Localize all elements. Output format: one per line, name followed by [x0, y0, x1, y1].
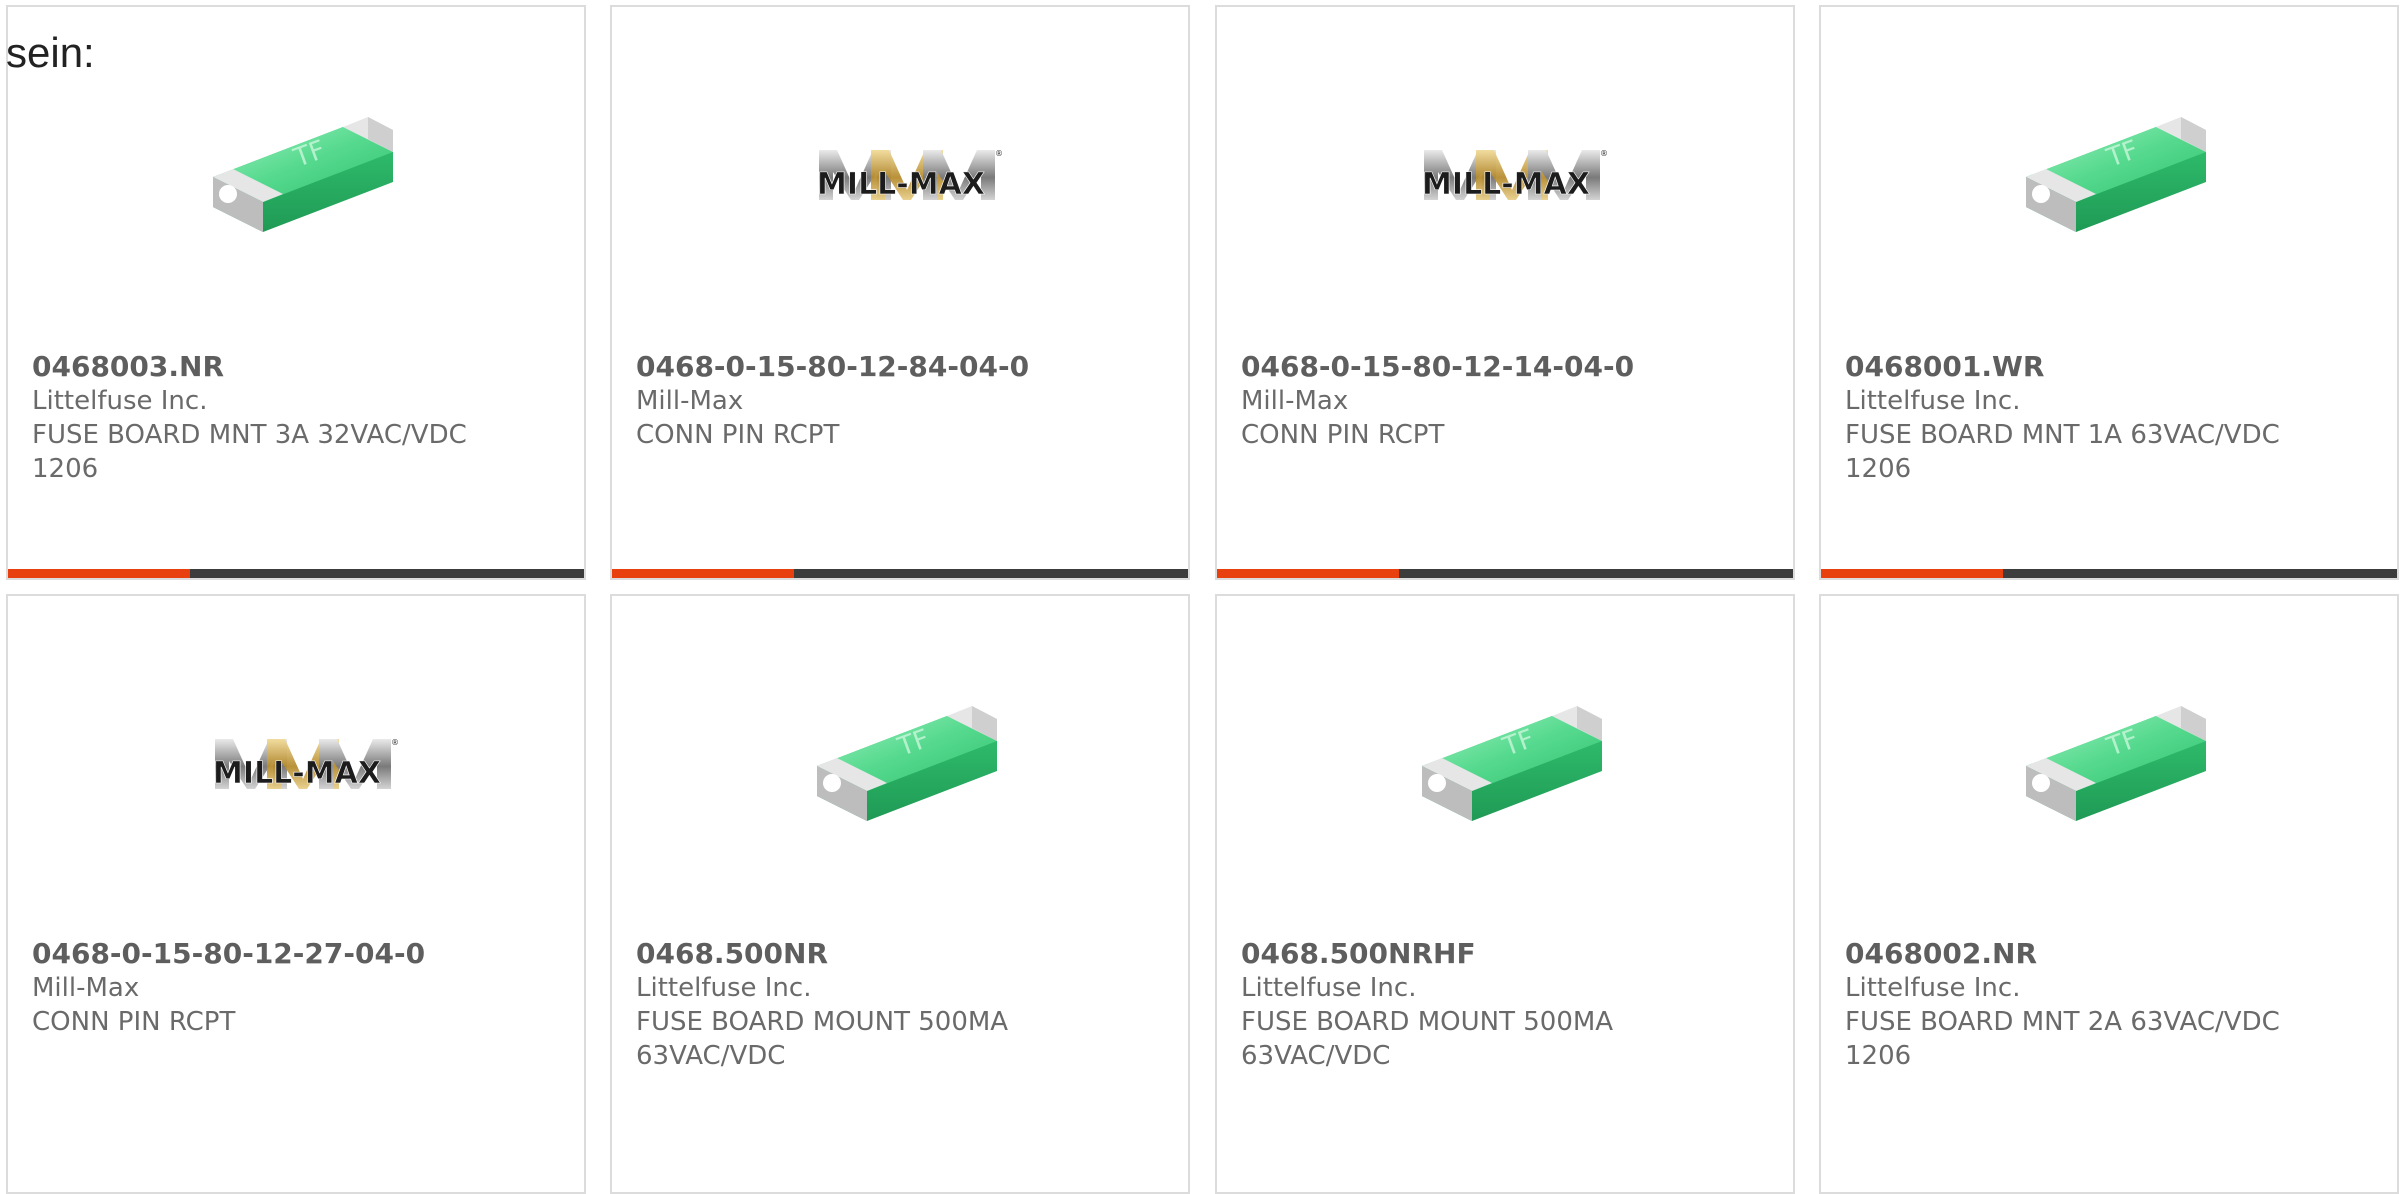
description: CONN PIN RCPT [636, 420, 840, 450]
product-card[interactable]: TF 0468003.NR Littelfuse Inc. FUSE BOARD… [6, 5, 586, 580]
part-number[interactable]: 0468003.NR [32, 350, 524, 384]
part-number[interactable]: 0468-0-15-80-12-14-04-0 [1241, 350, 1733, 384]
product-card[interactable]: TF 0468.500NR Littelfuse Inc. FUSE BOARD… [610, 594, 1190, 1194]
product-card[interactable]: MILL-MAX ® 0468-0-15-80-12-14-04-0 Mill-… [1215, 5, 1795, 580]
product-card[interactable]: TF 0468.500NRHF Littelfuse Inc. FUSE BOA… [1215, 594, 1795, 1194]
svg-text:®: ® [391, 738, 398, 747]
card-hover-bar [8, 569, 584, 578]
svg-text:®: ® [1600, 149, 1607, 158]
description: FUSE BOARD MOUNT 500MA 63VAC/VDC [636, 1007, 1009, 1071]
part-number[interactable]: 0468001.WR [1845, 350, 2337, 384]
manufacturer: Littelfuse Inc. [1241, 973, 1417, 1003]
mill-max-logo: MILL-MAX ® [193, 661, 398, 866]
description: FUSE BOARD MNT 2A 63VAC/VDC 1206 [1845, 1007, 2280, 1071]
product-card[interactable]: MILL-MAX ® 0468-0-15-80-12-27-04-0 Mill-… [6, 594, 586, 1194]
mill-max-logo: MILL-MAX ® [1402, 72, 1607, 277]
card-hover-bar [1821, 569, 2397, 578]
svg-text:MILL-MAX: MILL-MAX [213, 756, 381, 791]
description: FUSE BOARD MNT 1A 63VAC/VDC 1206 [1845, 420, 2280, 484]
fuse-icon: TF [797, 661, 1002, 866]
manufacturer: Mill-Max [32, 973, 140, 1003]
svg-text:MILL-MAX: MILL-MAX [1422, 167, 1590, 202]
part-number[interactable]: 0468002.NR [1845, 937, 2337, 971]
product-card[interactable]: MILL-MAX ® 0468-0-15-80-12-84-04-0 Mill-… [610, 5, 1190, 580]
manufacturer: Littelfuse Inc. [636, 973, 812, 1003]
fuse-icon: TF [193, 72, 398, 277]
mill-max-logo: MILL-MAX ® [797, 72, 1002, 277]
section-heading: sein: [6, 29, 95, 76]
description: CONN PIN RCPT [1241, 420, 1445, 450]
description: FUSE BOARD MOUNT 500MA 63VAC/VDC [1241, 1007, 1614, 1071]
svg-text:®: ® [995, 149, 1002, 158]
manufacturer: Littelfuse Inc. [1845, 386, 2021, 416]
manufacturer: Littelfuse Inc. [32, 386, 208, 416]
card-hover-bar [1217, 569, 1793, 578]
fuse-icon: TF [2006, 661, 2211, 866]
description: CONN PIN RCPT [32, 1007, 236, 1037]
manufacturer: Mill-Max [636, 386, 744, 416]
part-number[interactable]: 0468.500NR [636, 937, 1128, 971]
product-card[interactable]: TF 0468001.WR Littelfuse Inc. FUSE BOARD… [1819, 5, 2399, 580]
fuse-icon: TF [1402, 661, 1607, 866]
fuse-icon: TF [2006, 72, 2211, 277]
part-number[interactable]: 0468.500NRHF [1241, 937, 1733, 971]
svg-text:MILL-MAX: MILL-MAX [817, 167, 985, 202]
card-hover-bar [612, 569, 1188, 578]
product-card[interactable]: TF 0468002.NR Littelfuse Inc. FUSE BOARD… [1819, 594, 2399, 1194]
part-number[interactable]: 0468-0-15-80-12-27-04-0 [32, 937, 524, 971]
manufacturer: Mill-Max [1241, 386, 1349, 416]
part-number[interactable]: 0468-0-15-80-12-84-04-0 [636, 350, 1128, 384]
description: FUSE BOARD MNT 3A 32VAC/VDC 1206 [32, 420, 467, 484]
manufacturer: Littelfuse Inc. [1845, 973, 2021, 1003]
